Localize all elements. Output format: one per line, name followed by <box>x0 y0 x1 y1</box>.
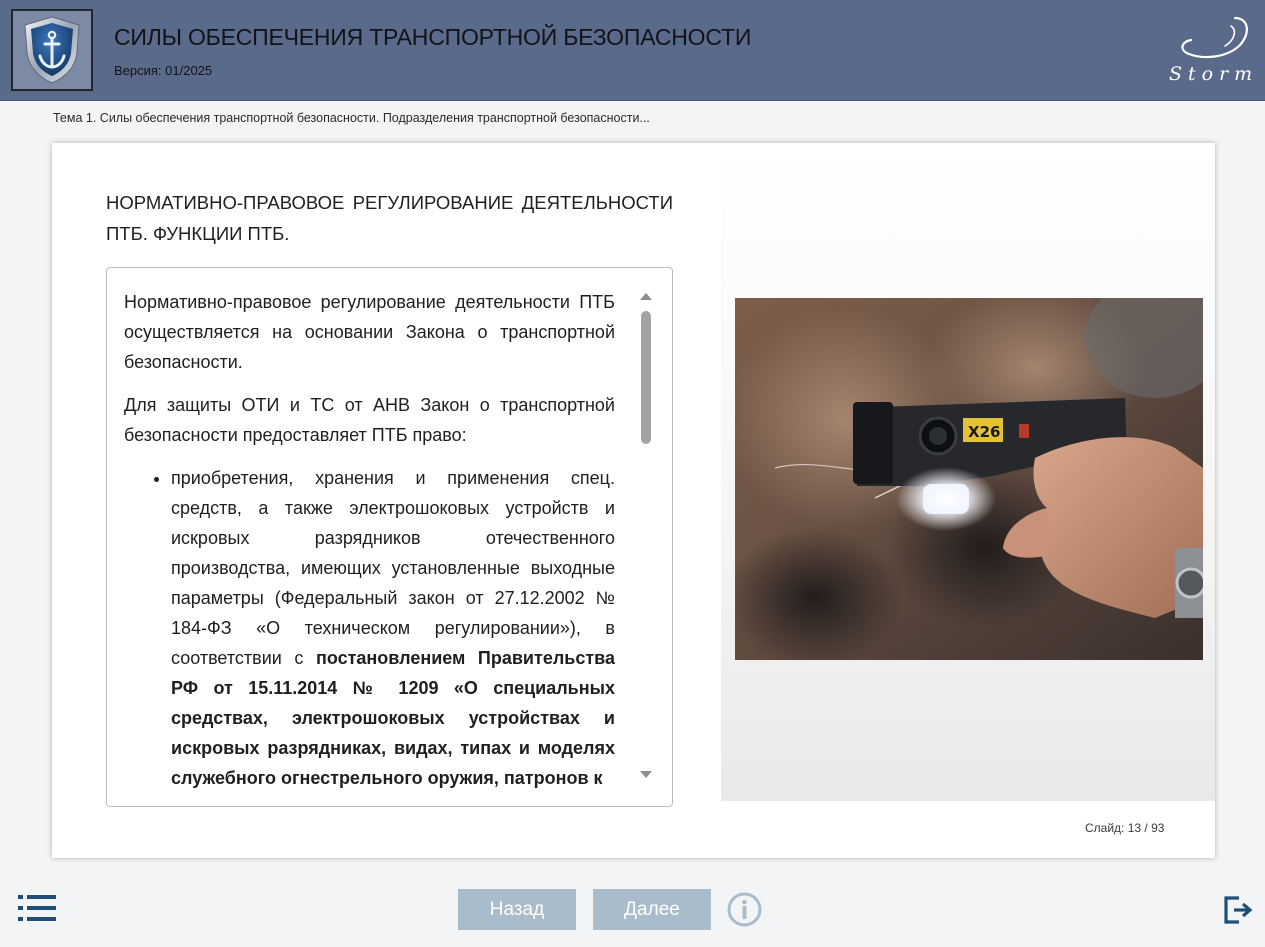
slide-counter-value: 13 / 93 <box>1127 821 1165 835</box>
scrollbar-thumb[interactable] <box>641 311 651 444</box>
slide-heading: НОРМАТИВНО-ПРАВОВОЕ РЕГУЛИРОВАНИЕ ДЕЯТЕЛ… <box>106 192 673 244</box>
storm-brand-logo: Storm <box>1169 16 1255 85</box>
breadcrumb: Тема 1. Силы обеспечения транспортной бе… <box>53 111 650 125</box>
course-logo <box>11 9 93 91</box>
info-button[interactable] <box>727 892 762 927</box>
paragraph: Для защиты ОТИ и ТС от АНВ Закон о транс… <box>124 395 615 445</box>
exit-icon <box>1224 896 1253 924</box>
course-version: Версия: 01/2025 <box>114 63 213 78</box>
text-scroll-area[interactable]: Нормативно-правовое регулирование деятел… <box>124 287 615 797</box>
brand-name: Storm <box>1169 63 1255 85</box>
scroll-up-arrow-icon[interactable] <box>640 293 652 300</box>
exit-button[interactable] <box>1223 895 1253 925</box>
course-title: СИЛЫ ОБЕСПЕЧЕНИЯ ТРАНСПОРТНОЙ БЕЗОПАСНОС… <box>114 24 752 50</box>
taser-photo: X26 <box>735 298 1203 660</box>
slide-card: НОРМАТИВНО-ПРАВОВОЕ РЕГУЛИРОВАНИЕ ДЕЯТЕЛ… <box>52 143 1215 858</box>
app-header: СИЛЫ ОБЕСПЕЧЕНИЯ ТРАНСПОРТНОЙ БЕЗОПАСНОС… <box>0 0 1265 101</box>
list-item-text: приобретения, хранения и применения спец… <box>171 468 615 668</box>
scroll-down-arrow-icon[interactable] <box>640 771 652 778</box>
shield-anchor-icon <box>24 16 80 84</box>
list-item: приобретения, хранения и применения спец… <box>171 463 615 793</box>
paragraph: Нормативно-правовое регулирование деятел… <box>124 292 615 372</box>
menu-list-icon <box>18 895 56 921</box>
taser-label: X26 <box>968 423 1000 441</box>
slide-counter: Слайд: 13 / 93 <box>1085 821 1164 835</box>
back-button[interactable]: Назад <box>458 889 576 930</box>
text-panel: Нормативно-правовое регулирование деятел… <box>106 267 673 807</box>
next-button[interactable]: Далее <box>593 889 711 930</box>
media-panel: X26 <box>721 143 1215 801</box>
slide-counter-label: Слайд: <box>1085 821 1125 835</box>
menu-list-button[interactable] <box>18 895 56 921</box>
info-icon <box>727 892 762 927</box>
rights-list: приобретения, хранения и применения спец… <box>171 463 615 793</box>
list-item-bold-reference: постановлением Правительства РФ от 15.11… <box>171 648 615 788</box>
